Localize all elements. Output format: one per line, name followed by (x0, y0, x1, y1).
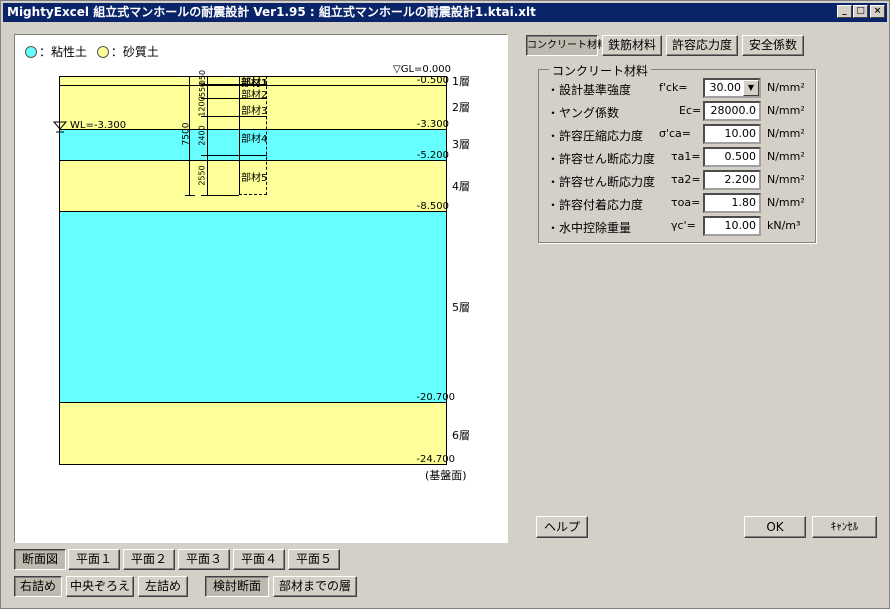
layer-label: 4層 (452, 180, 470, 193)
align-center-button[interactable]: 中央ぞろえ (66, 576, 134, 597)
member-label: 部材5 (241, 173, 268, 184)
member-label: 部材3 (241, 106, 268, 117)
member-label: 部材2 (241, 90, 268, 101)
dimension-tick (201, 155, 239, 156)
elevation-label: -5.200 (416, 150, 449, 161)
dimension-tick (185, 76, 195, 77)
dimension-value: 2550 (197, 165, 207, 186)
chevron-down-icon[interactable]: ▼ (743, 80, 759, 96)
dimension-value: 2400 (197, 125, 207, 146)
manhole-wall (239, 76, 240, 195)
view-plan2-button[interactable]: 平面２ (123, 549, 175, 570)
layers-to-member-button[interactable]: 部材までの層 (273, 576, 357, 597)
water-level-label: WL=-3.300 (70, 120, 127, 131)
layer-6 (59, 402, 447, 464)
layer-label: 5層 (452, 301, 470, 314)
ok-button[interactable]: OK (744, 516, 806, 538)
layer-5 (59, 211, 447, 402)
legend-clay: ：粘性土 (39, 45, 88, 59)
tab-rebar[interactable]: 鉄筋材料 (602, 35, 662, 56)
section-diagram: ：粘性土 ：砂質土 ▽GL=0.000 -0.500 -3.300 -5.200… (14, 34, 508, 543)
boundary-line (59, 402, 447, 403)
base-label: (基盤面) (425, 469, 467, 482)
dimension-tick (201, 116, 239, 117)
legend-sand: ：砂質土 (110, 45, 159, 59)
layer-label: 6層 (452, 429, 470, 442)
view-plan5-button[interactable]: 平面５ (288, 549, 340, 570)
elevation-label: -3.300 (416, 119, 449, 130)
dimension-value: 1200 (197, 96, 207, 117)
dimension-tick (185, 195, 195, 196)
view-plan3-button[interactable]: 平面３ (178, 549, 230, 570)
dimension-value: 550 (198, 81, 208, 98)
gamma-c-input[interactable]: 10.00 (703, 216, 761, 236)
maximize-button[interactable]: □ (853, 5, 868, 18)
legend: ：粘性土 ：砂質土 (25, 43, 159, 60)
group-title: コンクリート材料 (549, 62, 652, 79)
view-section-button[interactable]: 断面図 (14, 549, 66, 570)
ec-input[interactable]: 28000.0 (703, 101, 761, 121)
dimension-tick (201, 98, 239, 99)
tau-a2-input[interactable]: 2.200 (703, 170, 761, 190)
tab-safety-factor[interactable]: 安全係数 (742, 35, 804, 56)
view-plan1-button[interactable]: 平面１ (68, 549, 120, 570)
water-level-icon (53, 121, 67, 133)
tau-oa-input[interactable]: 1.80 (703, 193, 761, 213)
member-joint (239, 155, 267, 156)
layer-label: 2層 (452, 101, 470, 114)
tau-a1-input[interactable]: 0.500 (703, 147, 761, 167)
elevation-label: -24.700 (416, 454, 455, 465)
clay-swatch (25, 46, 37, 58)
layer-label: 1層 (452, 75, 470, 88)
gl-label: ▽GL=0.000 (393, 64, 452, 75)
elevation-label: -8.500 (416, 201, 449, 212)
sigma-ca-input[interactable]: 10.00 (703, 124, 761, 144)
align-left-button[interactable]: 左詰め (138, 576, 188, 597)
cancel-button[interactable]: ｷｬﾝｾﾙ (812, 516, 877, 538)
member-label: 部材4 (241, 134, 268, 145)
tab-allowable-stress[interactable]: 許容応力度 (666, 35, 738, 56)
fck-select[interactable]: 30.00 ▼ (703, 78, 761, 98)
check-section-button[interactable]: 検討断面 (205, 576, 269, 597)
window-title: MightyExcel 組立式マンホールの耐震設計 Ver1.95 : 組立式マ… (7, 5, 536, 19)
base-line (59, 464, 447, 465)
close-button[interactable]: × (870, 5, 885, 18)
concrete-group: コンクリート材料 ・設計基準強度 f'ck= 30.00 ▼ N/mm² ・ヤング… (538, 62, 816, 243)
app-window: MightyExcel 組立式マンホールの耐震設計 Ver1.95 : 組立式マ… (0, 0, 890, 609)
tab-concrete[interactable]: コンクリート材料 (526, 35, 607, 56)
elevation-label: -20.700 (416, 392, 455, 403)
dimension-line (207, 76, 208, 195)
help-button[interactable]: ヘルプ (536, 516, 588, 538)
elevation-label: -0.500 (416, 75, 449, 86)
title-bar: MightyExcel 組立式マンホールの耐震設計 Ver1.95 : 組立式マ… (3, 3, 887, 22)
view-plan4-button[interactable]: 平面４ (233, 549, 285, 570)
minimize-button[interactable]: _ (837, 5, 852, 18)
align-right-button[interactable]: 右詰め (14, 576, 62, 597)
sand-swatch (96, 46, 109, 58)
dimension-tick (201, 195, 239, 196)
layer-label: 3層 (452, 138, 470, 151)
dimension-total: 7500 (181, 122, 192, 146)
